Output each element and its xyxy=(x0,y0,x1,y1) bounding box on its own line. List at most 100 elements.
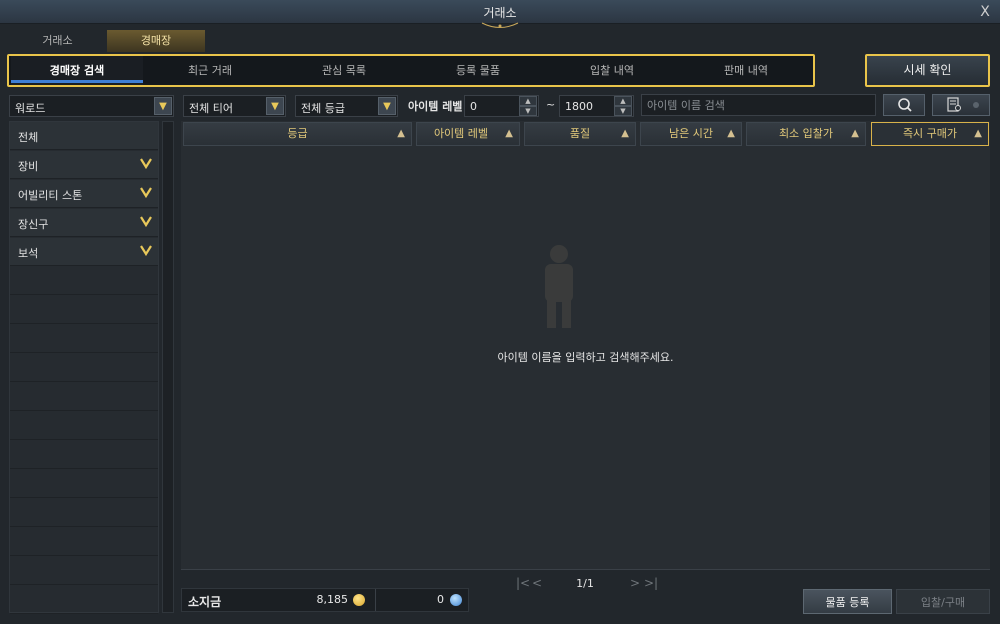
category-empty-row xyxy=(10,354,158,382)
bid-buy-button[interactable]: 입찰/구매 xyxy=(896,589,990,614)
category-label: 전체 xyxy=(18,131,39,144)
category-empty-row xyxy=(10,586,158,614)
close-icon: X xyxy=(980,4,990,20)
chevron-down-icon xyxy=(140,158,152,170)
chevron-down-icon: ▼ xyxy=(154,97,172,115)
item-level-max-value: 1800 xyxy=(565,100,593,113)
next-page-icon[interactable]: > xyxy=(630,576,640,590)
price-check-button[interactable]: 시세 확인 xyxy=(865,54,990,87)
category-empty-row xyxy=(10,557,158,585)
column-label: 즉시 구매가 xyxy=(902,127,958,140)
decrement-icon[interactable]: ▼ xyxy=(614,106,632,116)
gold-amount: 8,185 xyxy=(316,593,349,606)
subtab-recent-trades[interactable]: 최근 거래 xyxy=(143,56,277,85)
sort-asc-icon: ▲ xyxy=(727,128,735,139)
chevron-down-icon: ▼ xyxy=(378,97,396,115)
item-name-search-input[interactable] xyxy=(641,94,876,116)
filter-list-icon xyxy=(947,97,979,112)
category-scrollbar[interactable] xyxy=(162,121,174,613)
search-icon xyxy=(898,98,912,112)
decrement-icon[interactable]: ▼ xyxy=(519,106,537,116)
pager-divider xyxy=(181,569,990,570)
last-page-icon[interactable]: >| xyxy=(644,576,658,590)
tier-select-value: 전체 티어 xyxy=(189,102,233,115)
page-indicator: 1/1 xyxy=(576,577,594,590)
close-button[interactable]: X xyxy=(975,2,995,22)
chevron-down-icon xyxy=(140,216,152,228)
category-accessory[interactable]: 장신구 xyxy=(10,209,158,237)
column-grade[interactable]: 등급 ▲ xyxy=(183,122,412,146)
prev-page-icon[interactable]: < xyxy=(532,576,542,590)
crystal-amount: 0 xyxy=(437,593,444,606)
category-equipment[interactable]: 장비 xyxy=(10,151,158,179)
empty-state-message: 아이템 이름을 입력하고 검색해주세요. xyxy=(497,351,674,364)
column-label: 남은 시간 xyxy=(669,127,713,140)
category-gem[interactable]: 보석 xyxy=(10,238,158,266)
money-label: 소지금 xyxy=(188,595,222,609)
category-empty-row xyxy=(10,441,158,469)
chevron-down-icon: ▼ xyxy=(266,97,284,115)
category-label: 어빌리티 스톤 xyxy=(18,189,83,202)
range-separator: ~ xyxy=(546,98,556,111)
gold-coin-icon xyxy=(353,594,365,606)
money-divider xyxy=(375,589,376,611)
chevron-down-icon xyxy=(140,245,152,257)
empty-state-illustration xyxy=(545,245,573,328)
category-all[interactable]: 전체 xyxy=(10,122,158,150)
increment-icon[interactable]: ▲ xyxy=(614,96,632,106)
column-label: 아이템 레벨 xyxy=(433,127,489,140)
detail-filter-button[interactable] xyxy=(932,94,990,116)
sort-asc-icon: ▲ xyxy=(974,128,982,139)
window-title: 거래소 xyxy=(483,6,517,20)
column-label: 품질 xyxy=(569,127,591,140)
item-level-label: 아이템 레벨 xyxy=(408,100,463,113)
grade-select[interactable]: 전체 등급 ▼ xyxy=(295,95,398,117)
category-empty-row xyxy=(10,412,158,440)
increment-icon[interactable]: ▲ xyxy=(519,96,537,106)
search-button[interactable] xyxy=(883,94,925,116)
class-select[interactable]: 워로드 ▼ xyxy=(9,95,174,117)
subtab-bid-history[interactable]: 입찰 내역 xyxy=(545,56,679,85)
subtab-watchlist[interactable]: 관심 목록 xyxy=(277,56,411,85)
sort-asc-icon: ▲ xyxy=(851,128,859,139)
category-empty-row xyxy=(10,325,158,353)
sort-asc-icon: ▲ xyxy=(621,128,629,139)
subtab-registered-items[interactable]: 등록 물품 xyxy=(411,56,545,85)
category-label: 장신구 xyxy=(18,218,49,231)
auction-subtabs: 경매장 검색 최근 거래 관심 목록 등록 물품 입찰 내역 판매 내역 xyxy=(7,54,815,87)
item-level-min-value: 0 xyxy=(470,100,477,113)
register-item-button[interactable]: 물품 등록 xyxy=(803,589,892,614)
category-list: 전체 장비 어빌리티 스톤 장신구 보석 xyxy=(9,121,159,614)
sort-asc-icon: ▲ xyxy=(397,128,405,139)
sort-asc-icon: ▲ xyxy=(505,128,513,139)
column-label: 최소 입찰가 xyxy=(778,127,834,140)
first-page-icon[interactable]: |< xyxy=(516,576,530,590)
item-level-max-field[interactable]: 1800 ▲ ▼ xyxy=(559,95,634,117)
column-min-bid[interactable]: 최소 입찰가 ▲ xyxy=(746,122,866,146)
category-empty-row xyxy=(10,383,158,411)
crystal-icon xyxy=(450,594,462,606)
title-ornament xyxy=(481,22,519,28)
grade-select-value: 전체 등급 xyxy=(301,102,345,115)
category-empty-row xyxy=(10,470,158,498)
tab-auction[interactable]: 경매장 xyxy=(107,30,205,52)
subtab-sales-history[interactable]: 판매 내역 xyxy=(679,56,813,85)
top-tabs: 거래소 경매장 xyxy=(0,30,1000,52)
category-ability-stone[interactable]: 어빌리티 스톤 xyxy=(10,180,158,208)
category-empty-row xyxy=(10,499,158,527)
item-level-min-field[interactable]: 0 ▲ ▼ xyxy=(464,95,539,117)
category-empty-row xyxy=(10,528,158,556)
column-item-level[interactable]: 아이템 레벨 ▲ xyxy=(416,122,520,146)
column-remaining-time[interactable]: 남은 시간 ▲ xyxy=(640,122,742,146)
subtab-auction-search[interactable]: 경매장 검색 xyxy=(11,56,143,85)
chevron-down-icon xyxy=(140,187,152,199)
column-buyout-price[interactable]: 즉시 구매가 ▲ xyxy=(871,122,989,146)
class-select-value: 워로드 xyxy=(15,102,46,115)
tier-select[interactable]: 전체 티어 ▼ xyxy=(183,95,286,117)
category-empty-row xyxy=(10,296,158,324)
column-quality[interactable]: 품질 ▲ xyxy=(524,122,636,146)
category-label: 보석 xyxy=(18,247,39,260)
category-label: 장비 xyxy=(18,160,39,173)
tab-exchange[interactable]: 거래소 xyxy=(15,30,100,52)
results-table xyxy=(181,121,990,569)
